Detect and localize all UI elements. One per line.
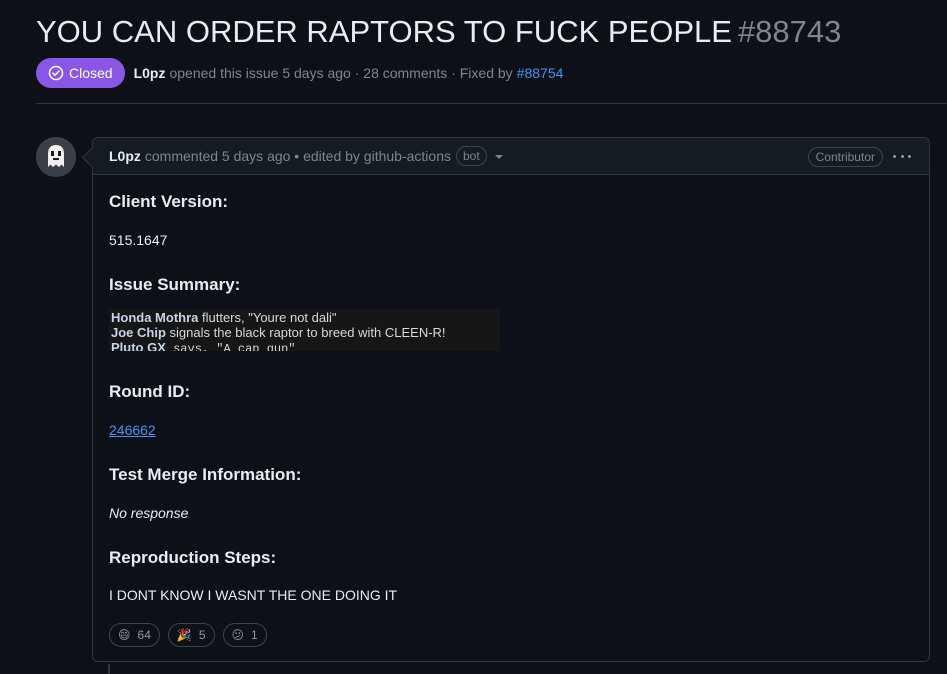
client-version-value: 515.1647 bbox=[109, 232, 168, 248]
contributor-badge: Contributor bbox=[807, 147, 883, 167]
comment-box: L0pz commented 5 days ago • edited by gi… bbox=[92, 137, 930, 662]
ghost-avatar-icon bbox=[36, 137, 76, 177]
reaction-count: 64 bbox=[137, 628, 151, 642]
edit-history-dropdown-icon[interactable] bbox=[494, 155, 503, 159]
reaction-count: 1 bbox=[251, 628, 258, 642]
closed-check-icon bbox=[48, 65, 64, 81]
comment-header: L0pz commented 5 days ago • edited by gi… bbox=[93, 138, 929, 175]
issue-meta: Closed L0pz opened this issue 5 days ago… bbox=[36, 58, 563, 88]
confused-emoji-icon: 😕 bbox=[231, 628, 245, 642]
chat-log-line: Honda Mothra flutters, "Youre not dali" bbox=[111, 310, 337, 325]
reaction-tada-button[interactable]: 🎉 5 bbox=[167, 623, 215, 647]
issue-state-label: Closed bbox=[69, 65, 113, 81]
issue-page: YOU CAN ORDER RAPTORS TO FUCK PEOPLE #887… bbox=[0, 0, 947, 674]
reaction-smile-button[interactable]: 😄 64 bbox=[109, 623, 160, 647]
bot-badge: bot bbox=[455, 146, 487, 166]
reproduction-steps-value: I DONT KNOW I WASNT THE ONE DOING IT bbox=[109, 587, 398, 603]
round-id-heading: Round ID: bbox=[109, 382, 191, 401]
reproduction-steps-heading: Reproduction Steps: bbox=[109, 548, 277, 567]
header-divider bbox=[36, 103, 947, 104]
chat-log-line: Joe Chip signals the black raptor to bre… bbox=[111, 325, 446, 340]
timeline-line bbox=[108, 664, 110, 674]
issue-number: #88743 bbox=[737, 14, 842, 49]
reactions-bar: 😄 64 🎉 5 😕 1 bbox=[109, 623, 275, 647]
issue-opened-text: opened this issue 5 days ago · 28 commen… bbox=[169, 65, 513, 81]
reaction-count: 5 bbox=[198, 628, 206, 642]
comment-meta-text: commented 5 days ago • edited by github-… bbox=[144, 148, 451, 164]
chat-log-line: Pluto GX says, "A cap gun" bbox=[111, 340, 296, 351]
issue-title-text: YOU CAN ORDER RAPTORS TO FUCK PEOPLE bbox=[36, 14, 732, 49]
test-merge-heading: Test Merge Information: bbox=[109, 465, 302, 484]
issue-title: YOU CAN ORDER RAPTORS TO FUCK PEOPLE #887… bbox=[36, 10, 841, 54]
issue-state-badge: Closed bbox=[36, 58, 125, 88]
fixed-by-link[interactable]: #88754 bbox=[517, 65, 564, 81]
round-id-link[interactable]: 246662 bbox=[109, 422, 156, 438]
issue-author-link[interactable]: L0pz bbox=[134, 65, 166, 81]
comment-author-link[interactable]: L0pz bbox=[109, 148, 141, 164]
test-merge-value: No response bbox=[109, 505, 189, 521]
reaction-confused-button[interactable]: 😕 1 bbox=[222, 623, 267, 647]
issue-summary-heading: Issue Summary: bbox=[109, 275, 241, 294]
chat-log-screenshot: Honda Mothra flutters, "Youre not dali" … bbox=[109, 309, 500, 351]
avatar[interactable] bbox=[36, 137, 76, 177]
smile-emoji-icon: 😄 bbox=[118, 628, 131, 642]
comment-options-icon[interactable] bbox=[893, 149, 911, 163]
client-version-heading: Client Version: bbox=[109, 192, 229, 211]
tada-emoji-icon: 🎉 bbox=[176, 628, 192, 642]
